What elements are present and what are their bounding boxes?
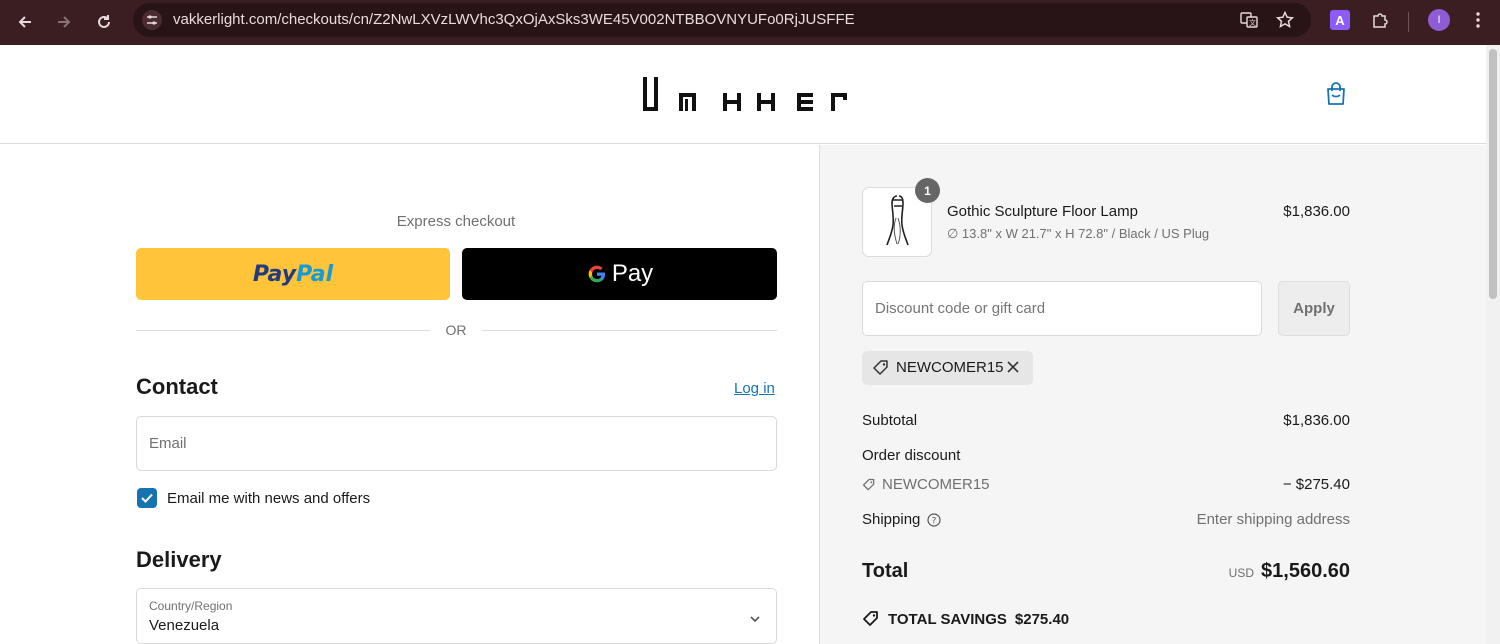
or-divider-left [136, 330, 430, 331]
shipping-label: Shipping [862, 511, 921, 528]
checkmark-icon [141, 493, 153, 503]
or-divider-label: OR [445, 322, 467, 338]
cart-bag-icon[interactable] [1325, 82, 1347, 106]
total-value: $1,560.60 [1261, 560, 1350, 582]
or-divider-right [482, 330, 777, 331]
google-pay-button[interactable]: Pay [462, 248, 777, 300]
paypal-logo-part2: Pal [296, 261, 334, 287]
newsletter-checkbox[interactable] [137, 488, 157, 508]
express-checkout-title: Express checkout [396, 213, 516, 230]
order-discount-code-row: NEWCOMER15 [862, 476, 990, 493]
paypal-logo-part1: Pay [252, 261, 297, 287]
country-select[interactable]: Country/Region Venezuela [136, 588, 777, 644]
delivery-title: Delivery [136, 547, 222, 572]
product-price: $1,836.00 [1283, 203, 1350, 220]
email-field[interactable] [136, 416, 777, 471]
order-discount-value: − $275.40 [1282, 476, 1350, 493]
site-settings-icon[interactable] [142, 10, 162, 30]
country-select-label: Country/Region [149, 599, 233, 613]
total-label: Total [862, 560, 909, 582]
browser-menu-icon[interactable] [1467, 9, 1489, 31]
quantity-badge: 1 [915, 178, 940, 203]
info-icon[interactable]: ? [927, 512, 941, 527]
tag-icon [872, 359, 890, 382]
total-savings-label: TOTAL SAVINGS [888, 610, 1007, 628]
back-icon[interactable] [10, 7, 40, 37]
apply-discount-button[interactable]: Apply [1278, 281, 1350, 336]
order-discount-label: Order discount [862, 447, 961, 464]
subtotal-label: Subtotal [862, 412, 918, 429]
bookmark-star-icon[interactable] [1275, 10, 1295, 30]
discount-code-field[interactable] [862, 281, 1262, 336]
site-header [0, 45, 1486, 144]
contact-title: Contact [136, 374, 218, 399]
store-logo[interactable] [641, 75, 849, 120]
newsletter-label[interactable]: Email me with news and offers [167, 490, 370, 507]
product-name: Gothic Sculpture Floor Lamp [947, 203, 1138, 220]
url-text[interactable]: vakkerlight.com/checkouts/cn/Z2NwLXVzLWV… [173, 11, 855, 28]
extension-a-icon[interactable]: A [1330, 10, 1350, 30]
svg-text:文: 文 [1249, 18, 1256, 27]
login-link[interactable]: Log in [734, 380, 775, 397]
paypal-button[interactable]: Pay Pal [136, 248, 450, 300]
google-g-icon [586, 263, 608, 285]
shipping-value: Enter shipping address [1196, 511, 1350, 528]
profile-avatar[interactable]: I [1428, 9, 1450, 31]
toolbar-divider [1408, 12, 1409, 32]
savings-tag-icon [863, 611, 878, 626]
country-select-value[interactable]: Venezuela [149, 617, 219, 634]
svg-text:?: ? [932, 516, 937, 526]
browser-toolbar: vakkerlight.com/checkouts/cn/Z2NwLXVzLWV… [0, 0, 1500, 45]
total-savings-value: $275.40 [1014, 610, 1070, 628]
reload-icon[interactable] [89, 7, 119, 37]
address-bar[interactable]: vakkerlight.com/checkouts/cn/Z2NwLXVzLWV… [133, 3, 1311, 37]
chevron-down-icon [749, 610, 761, 628]
discount-code-input[interactable] [863, 282, 1261, 335]
total-currency: USD [1228, 566, 1254, 580]
applied-discount-tag: NEWCOMER15 [862, 351, 1033, 385]
translate-icon[interactable]: 文 [1239, 10, 1259, 30]
remove-discount-icon[interactable] [1006, 360, 1020, 379]
email-input[interactable] [137, 417, 776, 470]
page-scrollbar[interactable] [1486, 45, 1500, 644]
order-discount-code: NEWCOMER15 [882, 476, 990, 493]
total-savings: TOTAL SAVINGS $275.40 [862, 610, 1069, 628]
subtotal-value: $1,836.00 [1283, 412, 1350, 429]
product-variant: ∅ 13.8" x W 21.7" x H 72.8" / Black / US… [947, 226, 1210, 241]
applied-discount-code: NEWCOMER15 [896, 359, 1004, 376]
forward-icon[interactable] [49, 7, 79, 37]
tag-icon [862, 478, 875, 490]
extensions-puzzle-icon[interactable] [1369, 9, 1391, 31]
google-pay-label: Pay [611, 260, 654, 287]
scrollbar-thumb[interactable] [1489, 49, 1497, 299]
shipping-row: Shipping ? [862, 511, 941, 528]
